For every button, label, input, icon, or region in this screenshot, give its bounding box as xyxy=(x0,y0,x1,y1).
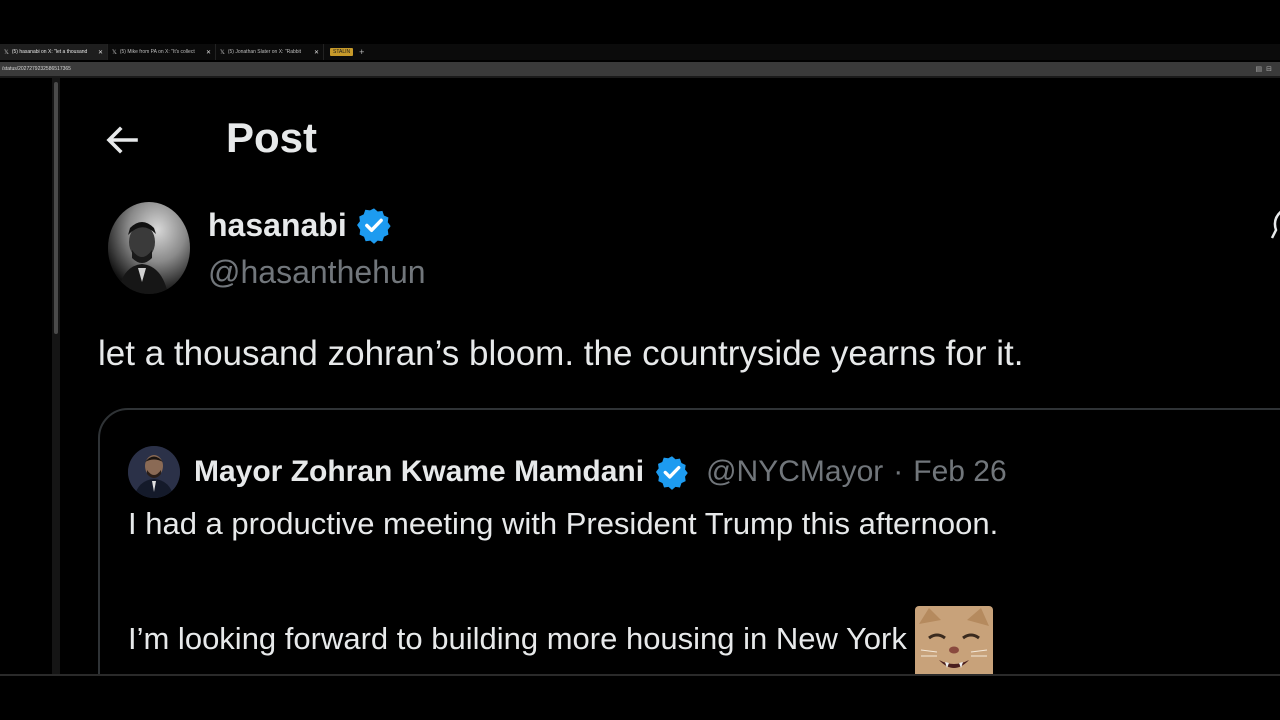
quoted-avatar-photo xyxy=(128,446,180,498)
scrollbar-thumb[interactable] xyxy=(54,82,58,334)
page-title: Post xyxy=(226,114,318,161)
quoted-author-handle[interactable]: @NYCMayor xyxy=(706,455,883,489)
tab-title: (5) Jonathan Slater on X: "Rabbit xyxy=(227,49,302,55)
browser-tab-1[interactable]: 𝕏 (5) hasanabi on X: "let a thousand ✕ xyxy=(0,44,108,60)
avatar[interactable] xyxy=(128,446,180,498)
top-letterbox xyxy=(0,0,1280,44)
quoted-post-header: Mayor Zohran Kwame Mamdani @NYCMayor · F… xyxy=(128,446,1007,498)
tab-close-icon[interactable]: ✕ xyxy=(206,49,211,56)
post-text: let a thousand zohran’s bloom. the count… xyxy=(98,334,1024,373)
quoted-post-text-line-1: I had a productive meeting with Presiden… xyxy=(128,506,999,541)
reader-icon[interactable]: ▤ xyxy=(1256,65,1263,73)
address-bar[interactable]: /status/2027279232586517365 ▤ ⊟ xyxy=(0,62,1280,76)
separator-dot: · xyxy=(893,455,904,488)
author-handle[interactable]: @hasanthehun xyxy=(208,254,426,291)
post-page: Post hasanabi @hasanthehun let a thousan… xyxy=(60,78,1280,674)
browser-tab-3[interactable]: 𝕏 (5) Jonathan Slater on X: "Rabbit ✕ xyxy=(216,44,324,60)
cat-emoji-icon xyxy=(914,606,993,674)
new-tab-button[interactable]: + xyxy=(359,44,364,60)
avatar[interactable] xyxy=(108,202,190,294)
url-text[interactable]: /status/2027279232586517365 xyxy=(2,66,1256,72)
extensions-icon[interactable]: ⊟ xyxy=(1266,65,1272,73)
quoted-post-text: I’m looking forward to building more hou… xyxy=(128,621,907,656)
arrow-left-icon[interactable] xyxy=(104,122,140,158)
tab-title: (5) hasanabi on X: "let a thousand xyxy=(11,49,88,55)
x-logo-icon: 𝕏 xyxy=(112,49,117,56)
browser-tab-2[interactable]: 𝕏 (5) Mike from PA on X: "It's collect ✕ xyxy=(108,44,216,60)
avatar-photo xyxy=(108,202,190,294)
quoted-post-text-line-2: I’m looking forward to building more hou… xyxy=(128,596,993,674)
bottom-letterbox xyxy=(0,674,1280,720)
quoted-post[interactable]: Mayor Zohran Kwame Mamdani @NYCMayor · F… xyxy=(98,408,1280,674)
tab-title: (5) Mike from PA on X: "It's collect xyxy=(119,49,195,55)
verified-badge-icon xyxy=(656,456,688,490)
author-name[interactable]: hasanabi xyxy=(208,207,347,244)
tab-close-icon[interactable]: ✕ xyxy=(314,49,319,56)
browser-tab-bar: 𝕏 (5) hasanabi on X: "let a thousand ✕ 𝕏… xyxy=(0,44,1280,60)
quoted-author-name[interactable]: Mayor Zohran Kwame Mamdani xyxy=(194,455,644,489)
x-logo-icon: 𝕏 xyxy=(220,49,225,56)
verified-badge-icon xyxy=(356,208,391,244)
grok-icon[interactable] xyxy=(1270,208,1280,248)
tab-close-icon[interactable]: ✕ xyxy=(98,49,103,56)
tab-group-badge[interactable]: STALIN xyxy=(330,48,354,56)
author-display-name[interactable]: hasanabi xyxy=(208,206,393,244)
x-logo-icon: 𝕏 xyxy=(4,49,9,56)
quoted-post-date[interactable]: Feb 26 xyxy=(913,455,1006,489)
